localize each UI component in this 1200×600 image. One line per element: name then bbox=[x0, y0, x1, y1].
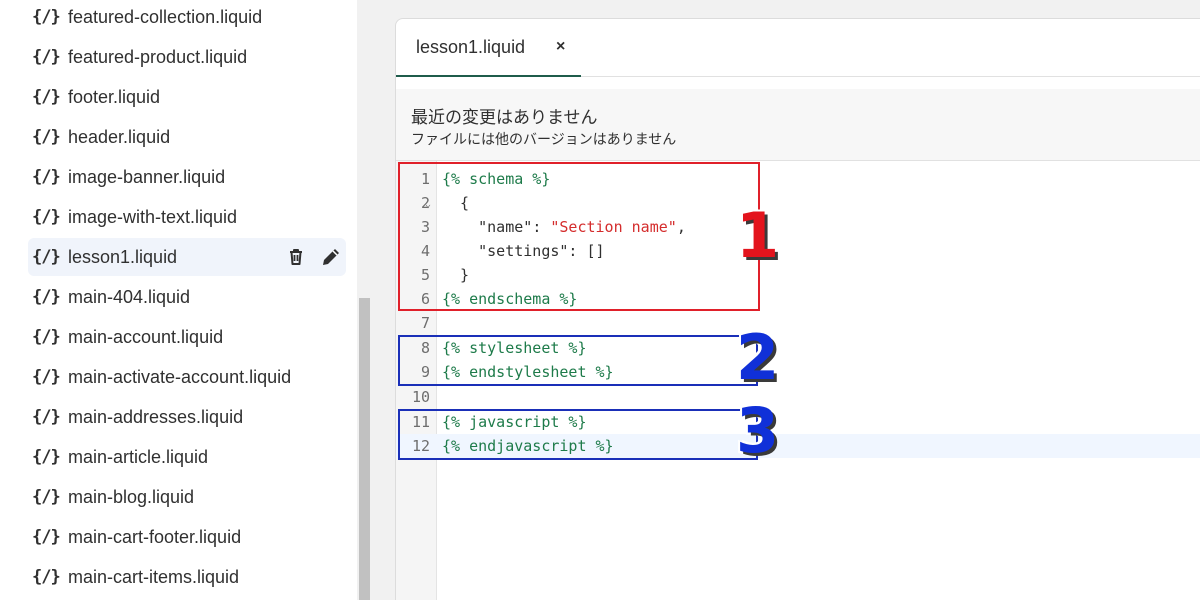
file-item-label: main-cart-items.liquid bbox=[68, 566, 240, 587]
liquid-file-icon: {/} bbox=[32, 87, 61, 107]
file-item-lesson1[interactable]: {/} lesson1.liquid bbox=[28, 238, 346, 276]
version-notice: 最近の変更はありません ファイルには他のバージョンはありません bbox=[396, 89, 1200, 161]
file-item-header[interactable]: {/} header.liquid bbox=[28, 118, 346, 156]
file-item-main-activate-account[interactable]: {/} main-activate-account.liquid bbox=[28, 358, 346, 396]
annotation-number-2: 2 bbox=[736, 321, 780, 394]
file-item-label: image-banner.liquid bbox=[68, 166, 226, 187]
notice-subtitle: ファイルには他のバージョンはありません bbox=[411, 131, 677, 147]
tab-label: lesson1.liquid bbox=[416, 36, 526, 57]
file-item-main-addresses[interactable]: {/} main-addresses.liquid bbox=[28, 398, 346, 436]
file-item-label: lesson1.liquid bbox=[68, 246, 178, 267]
file-item-image-banner[interactable]: {/} image-banner.liquid bbox=[28, 158, 346, 196]
liquid-file-icon: {/} bbox=[32, 207, 61, 227]
file-item-label: main-cart-footer.liquid bbox=[68, 526, 242, 547]
file-item-label: main-article.liquid bbox=[68, 446, 209, 467]
annotation-box-javascript bbox=[398, 409, 758, 460]
file-item-label: featured-collection.liquid bbox=[68, 6, 263, 27]
file-item-label: main-404.liquid bbox=[68, 286, 191, 307]
code-line: 7 bbox=[396, 311, 1200, 335]
liquid-file-icon: {/} bbox=[32, 487, 61, 507]
liquid-file-icon: {/} bbox=[32, 47, 61, 67]
file-sidebar: {/} featured-collection.liquid {/} featu… bbox=[0, 0, 357, 600]
liquid-file-icon: {/} bbox=[32, 7, 61, 27]
file-item-main-article[interactable]: {/} main-article.liquid bbox=[28, 438, 346, 476]
line-number: 10 bbox=[411, 388, 430, 406]
file-item-label: featured-product.liquid bbox=[68, 46, 248, 67]
file-item-label: header.liquid bbox=[68, 126, 171, 147]
file-item-main-cart-items[interactable]: {/} main-cart-items.liquid bbox=[28, 558, 346, 596]
file-item-footer[interactable]: {/} footer.liquid bbox=[28, 78, 346, 116]
annotation-box-schema bbox=[398, 162, 760, 311]
sidebar-scrollbar[interactable] bbox=[357, 0, 372, 600]
file-item-label: main-account.liquid bbox=[68, 326, 224, 347]
file-item-label: image-with-text.liquid bbox=[68, 206, 238, 227]
notice-title: 最近の変更はありません bbox=[411, 108, 598, 127]
close-icon[interactable]: × bbox=[556, 38, 565, 56]
liquid-file-icon: {/} bbox=[32, 127, 61, 147]
liquid-file-icon: {/} bbox=[32, 407, 61, 427]
file-item-label: main-activate-account.liquid bbox=[68, 366, 292, 387]
liquid-file-icon: {/} bbox=[32, 327, 61, 347]
file-item-featured-collection[interactable]: {/} featured-collection.liquid bbox=[28, 0, 346, 36]
sidebar-scrollbar-thumb[interactable] bbox=[359, 298, 370, 600]
liquid-file-icon: {/} bbox=[32, 527, 61, 547]
annotation-number-3: 3 bbox=[736, 394, 780, 467]
file-actions bbox=[286, 238, 342, 276]
trash-icon[interactable] bbox=[286, 247, 306, 267]
pencil-icon[interactable] bbox=[320, 246, 342, 268]
tab-lesson1[interactable]: lesson1.liquid × bbox=[396, 19, 581, 77]
liquid-file-icon: {/} bbox=[32, 447, 61, 467]
file-item-main-cart-footer[interactable]: {/} main-cart-footer.liquid bbox=[28, 518, 346, 556]
liquid-file-icon: {/} bbox=[32, 167, 61, 187]
liquid-file-icon: {/} bbox=[32, 567, 61, 587]
file-item-label: main-addresses.liquid bbox=[68, 406, 244, 427]
editor-tabbar: lesson1.liquid × bbox=[396, 19, 1200, 77]
liquid-file-icon: {/} bbox=[32, 287, 61, 307]
file-item-main-account[interactable]: {/} main-account.liquid bbox=[28, 318, 346, 356]
file-item-featured-product[interactable]: {/} featured-product.liquid bbox=[28, 38, 346, 76]
file-item-main-blog[interactable]: {/} main-blog.liquid bbox=[28, 478, 346, 516]
file-item-main-404[interactable]: {/} main-404.liquid bbox=[28, 278, 346, 316]
file-item-label: main-blog.liquid bbox=[68, 486, 195, 507]
annotation-number-1: 1 bbox=[736, 199, 780, 272]
code-line: 10 bbox=[396, 385, 1200, 409]
file-item-image-with-text[interactable]: {/} image-with-text.liquid bbox=[28, 198, 346, 236]
annotation-box-stylesheet bbox=[398, 335, 758, 386]
line-number: 7 bbox=[420, 314, 430, 332]
file-item-label: footer.liquid bbox=[68, 86, 161, 107]
liquid-file-icon: {/} bbox=[32, 367, 61, 387]
liquid-file-icon: {/} bbox=[32, 247, 61, 267]
